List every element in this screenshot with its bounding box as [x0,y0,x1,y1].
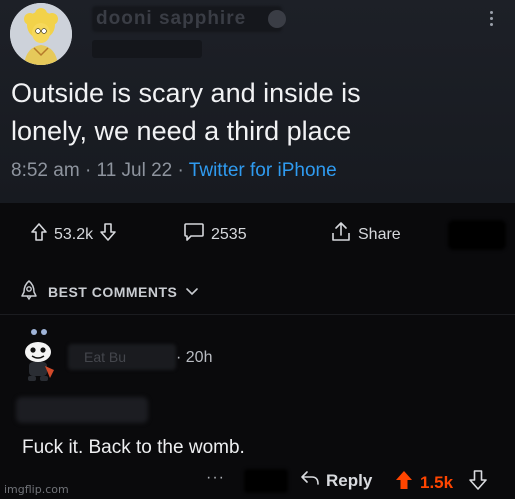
downvote-arrow-icon[interactable] [99,222,117,247]
comment-score: 1.5k [420,472,454,492]
comment-text: Fuck it. Back to the womb. [22,437,245,458]
rocket-badge-icon [18,279,40,304]
comment-bubble-icon [183,222,205,247]
reply-button[interactable]: Reply [300,470,372,491]
commenter-avatar[interactable] [14,326,62,382]
share-button[interactable]: Share [330,221,401,248]
comment-sort-dropdown[interactable]: BEST COMMENTS [18,279,199,304]
meta-separator: · [84,160,92,181]
tweet-time: 8:52 am [11,160,80,181]
downvote-arrow-icon[interactable] [468,470,488,495]
post-upvote-count: 53.2k [54,225,94,243]
kebab-icon[interactable] [486,8,496,32]
reply-label: Reply [326,470,373,490]
sort-label: BEST COMMENTS [48,283,178,300]
redaction-block [244,469,288,493]
post-vote-group: 53.2k [30,222,117,247]
watermark: imgflip.com [4,483,69,496]
redaction-block [448,220,506,250]
comments-button[interactable]: 2535 [183,222,247,247]
tweet-text: Outside is scary and inside is lonely, w… [11,78,361,146]
tweet-date: 11 Jul 22 [96,160,173,181]
chevron-down-icon [185,284,199,300]
meta-separator: · [177,160,184,181]
comment-age-value: 20h [185,349,213,366]
author-handle-redacted [92,40,202,58]
comment-count: 2535 [211,225,247,243]
reply-arrow-icon [300,470,320,491]
comment-flair-redacted [16,397,148,423]
author-name: dooni sapphire [96,8,247,29]
tweet-source: Twitter for iPhone [188,160,337,181]
meta-separator: · [176,349,182,366]
verified-badge-icon [268,10,286,28]
upvote-arrow-icon[interactable] [30,222,48,247]
divider [0,314,515,315]
share-label: Share [358,225,401,243]
share-icon [330,221,352,248]
upvote-arrow-icon[interactable] [394,470,414,495]
tweet-avatar[interactable] [10,3,72,65]
comment-age: · 20h [176,349,212,367]
tweet-meta: 8:52 am · 11 Jul 22 · Twitter for iPhone [11,160,337,182]
more-options-button[interactable]: ··· [206,469,225,487]
comment-vote-group: 1.5k [394,470,453,495]
commenter-username[interactable]: Eat Bu [84,349,126,365]
